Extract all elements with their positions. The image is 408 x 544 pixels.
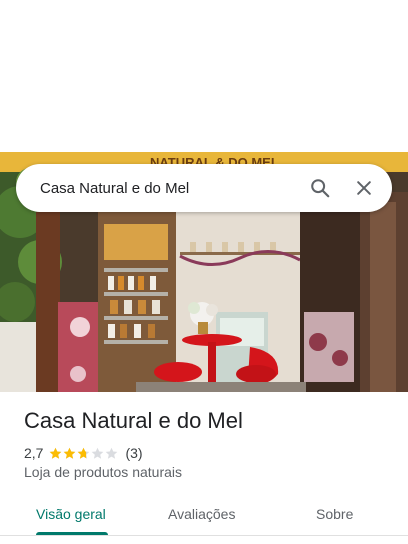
star-rating [49,447,119,460]
star-icon [92,447,104,459]
tab-overview[interactable]: Visão geral [36,494,106,534]
place-title: Casa Natural e do Mel [24,408,243,433]
close-icon [357,181,371,195]
clear-search-button[interactable] [344,168,384,208]
place-category: Loja de produtos naturais [24,464,182,480]
review-count[interactable]: (3) [125,445,142,461]
star-icon [64,447,76,459]
search-icon [311,179,330,198]
search-bar[interactable]: Casa Natural e do Mel [16,164,392,212]
star-icon [106,447,118,459]
rating-value: 2,7 [24,445,44,461]
star-icon [78,447,90,459]
tab-reviews[interactable]: Avaliações [168,494,235,534]
divider [0,535,408,536]
search-input[interactable]: Casa Natural e do Mel [16,180,300,197]
star-icon [50,447,62,459]
tab-about[interactable]: Sobre [316,494,353,534]
rating-row[interactable]: 2,7 (3) [24,444,143,462]
place-tabs: Visão geral Avaliações Sobre [0,494,408,540]
search-button[interactable] [300,168,340,208]
